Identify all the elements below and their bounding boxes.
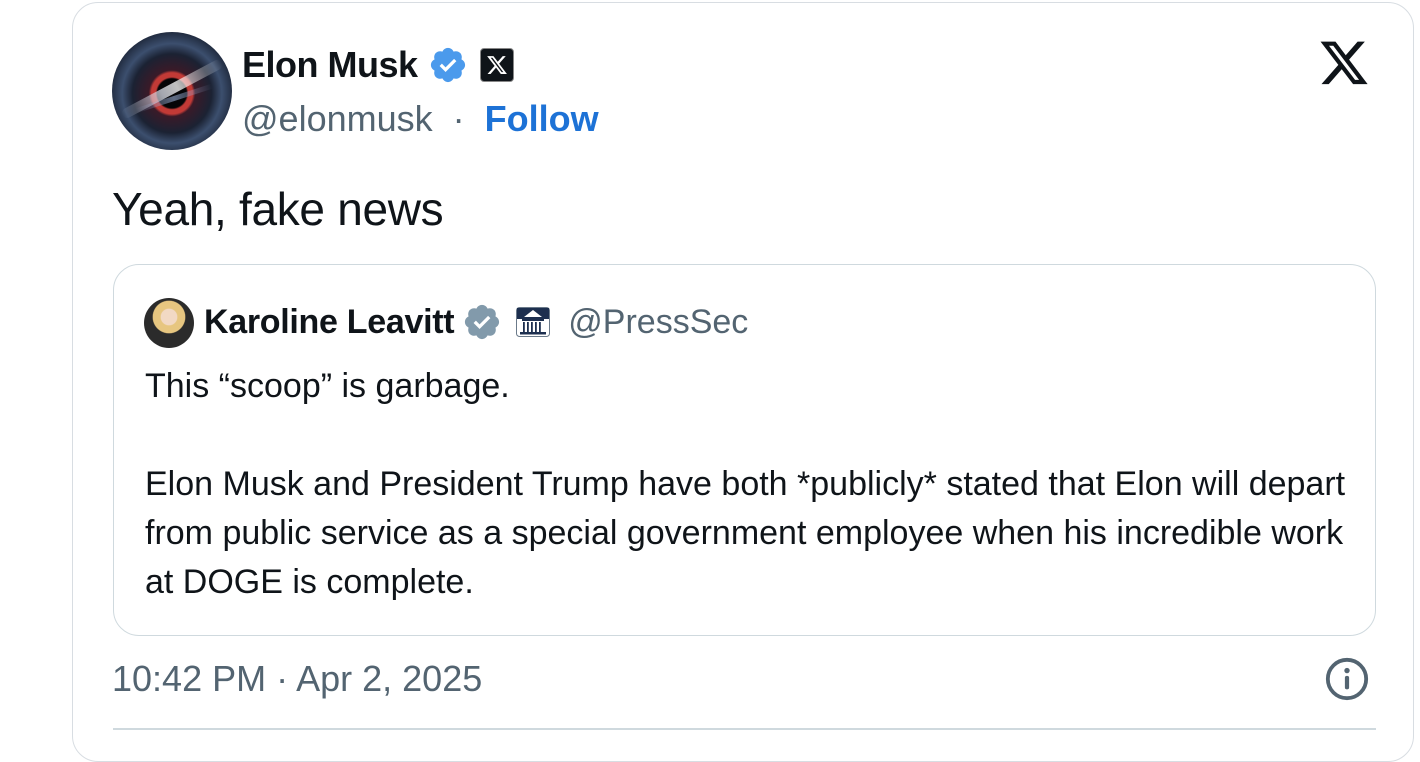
quoted-author-avatar[interactable]	[144, 298, 194, 348]
gray-verified-badge-icon	[465, 304, 500, 340]
author-handle[interactable]: @elonmusk	[242, 98, 433, 139]
white-house-badge-icon	[516, 307, 551, 337]
info-icon[interactable]	[1324, 656, 1370, 702]
quoted-tweet-paragraph: This “scoop” is garbage.	[145, 367, 510, 405]
footer-divider	[113, 728, 1376, 730]
follow-button[interactable]: Follow	[485, 98, 599, 139]
handle-separator: ·	[452, 98, 465, 139]
quoted-author-handle[interactable]: @PressSec	[568, 303, 748, 342]
quoted-tweet-body: This “scoop” is garbage. Elon Musk and P…	[145, 362, 1355, 607]
quoted-author-row: Karoline Leavitt @PressSec	[204, 300, 748, 344]
author-handle-row: @elonmusk · Follow	[242, 98, 599, 140]
quoted-author-name[interactable]: Karoline Leavitt	[204, 303, 455, 342]
x-logo-icon[interactable]	[1316, 40, 1372, 88]
author-name[interactable]: Elon Musk	[242, 44, 418, 86]
author-name-row: Elon Musk	[242, 40, 514, 90]
tweet-text: Yeah, fake news	[112, 183, 444, 235]
x-affiliate-badge-icon[interactable]	[479, 48, 514, 82]
author-avatar[interactable]	[112, 32, 232, 150]
tweet-timestamp[interactable]: 10:42 PM · Apr 2, 2025	[112, 658, 482, 700]
verified-badge-icon	[430, 47, 465, 83]
quoted-tweet-paragraph: Elon Musk and President Trump have both …	[145, 465, 1346, 601]
